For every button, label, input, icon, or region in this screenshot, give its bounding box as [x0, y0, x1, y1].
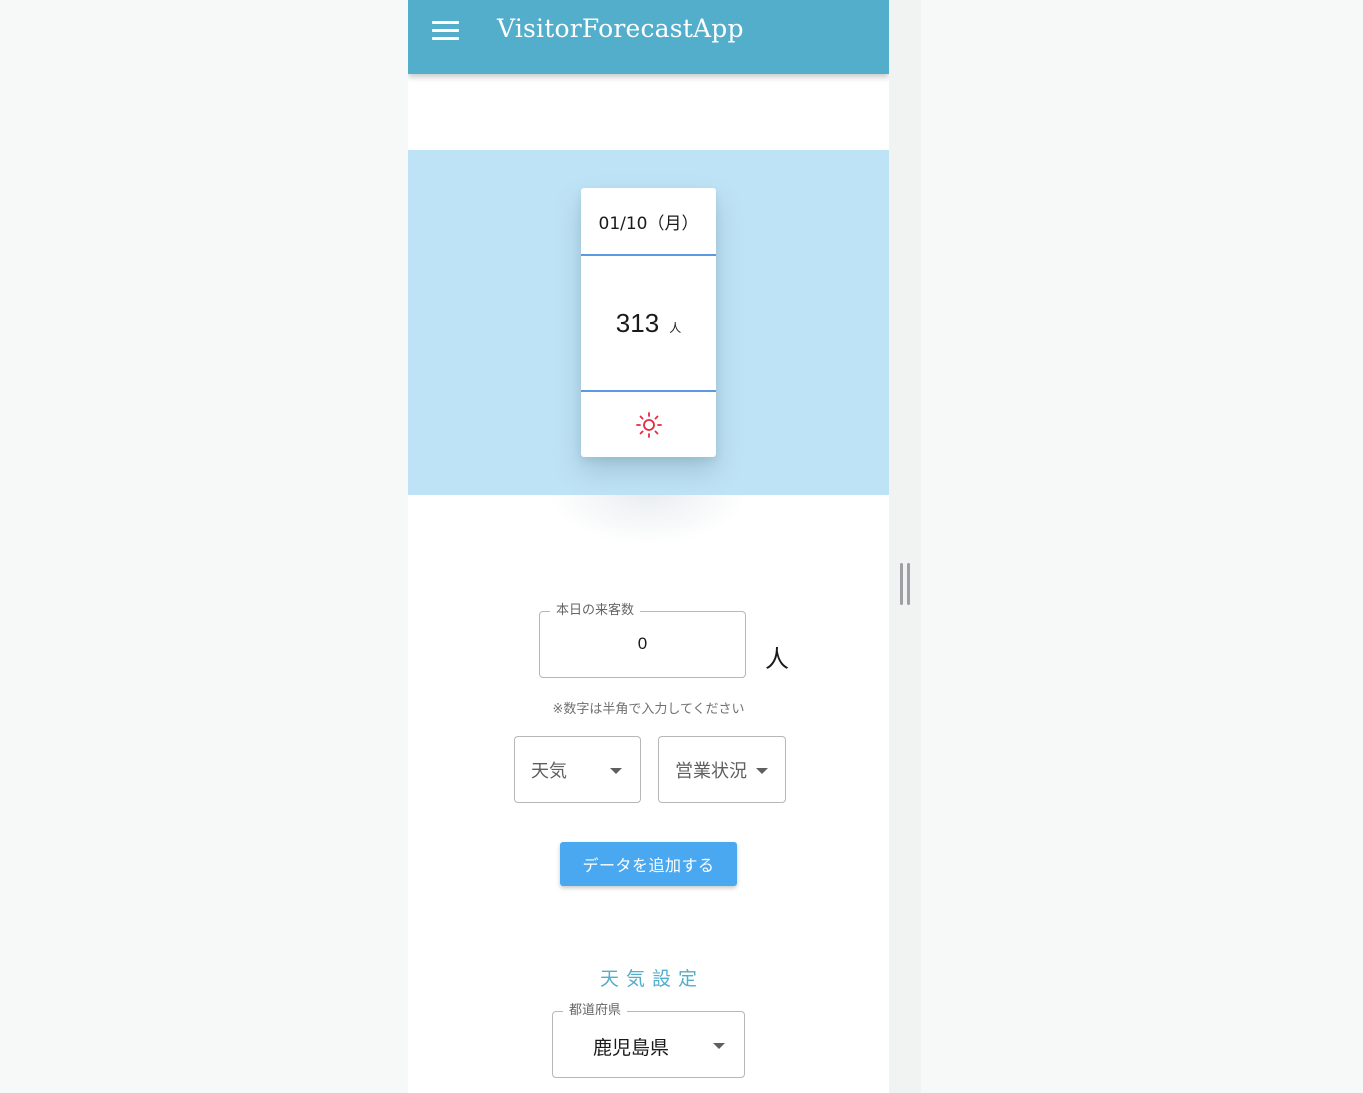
resize-handle[interactable]	[900, 563, 910, 605]
prefecture-select[interactable]: 都道府県 鹿児島県	[552, 1003, 745, 1078]
hero-shadow	[548, 495, 748, 545]
input-hint: ※数字は半角で入力してください	[552, 702, 745, 717]
hamburger-menu-icon[interactable]	[432, 21, 459, 41]
app-viewport: VisitorForecastApp 01/10（月） 313 人 本日の来客数…	[408, 0, 889, 1093]
visitor-count-label: 本日の来客数	[550, 603, 641, 619]
chevron-down-icon	[713, 1043, 725, 1049]
chevron-down-icon	[756, 768, 768, 774]
chevron-down-icon	[610, 768, 622, 774]
forecast-count-unit: 人	[669, 320, 682, 335]
forecast-visitor-count: 313	[615, 307, 660, 338]
prefecture-value: 鹿児島県	[593, 1037, 670, 1059]
app-title: VisitorForecastApp	[497, 14, 744, 43]
forecast-weather	[581, 392, 716, 457]
forecast-card: 01/10（月） 313 人	[581, 188, 716, 457]
visitor-count-field[interactable]: 本日の来客数 0	[539, 603, 746, 678]
weather-select[interactable]: 天気	[514, 736, 641, 803]
business-status-select-label: 営業状況	[675, 761, 747, 782]
weather-settings-title: 天気設定	[599, 968, 704, 990]
screen: VisitorForecastApp 01/10（月） 313 人 本日の来客数…	[0, 0, 1363, 1093]
forecast-date: 01/10（月）	[581, 188, 716, 256]
resize-gutter	[889, 0, 921, 1093]
add-data-button[interactable]: データを追加する	[560, 842, 737, 886]
forecast-count-row: 313 人	[581, 256, 716, 392]
visitor-unit-label: 人	[765, 645, 789, 673]
visitor-count-input[interactable]: 0	[540, 634, 745, 654]
business-status-select[interactable]: 営業状況	[658, 736, 786, 803]
prefecture-label: 都道府県	[563, 1003, 628, 1019]
app-bar: VisitorForecastApp	[408, 0, 889, 74]
sun-icon	[635, 411, 662, 438]
weather-select-label: 天気	[531, 761, 567, 782]
